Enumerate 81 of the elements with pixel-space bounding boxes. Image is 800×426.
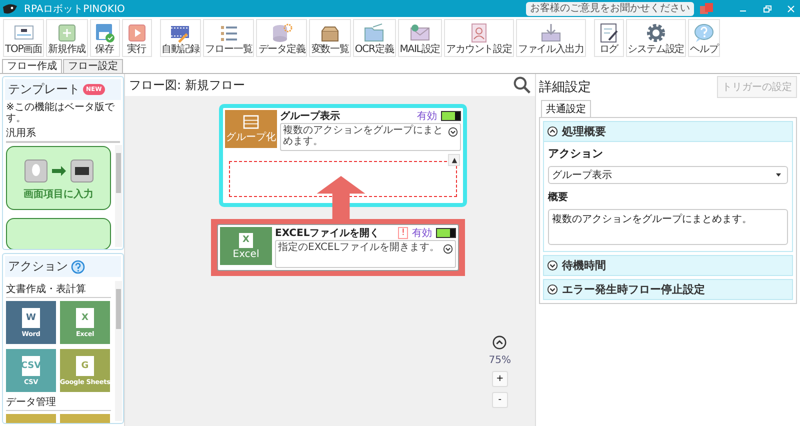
- template-card[interactable]: [6, 218, 111, 249]
- toolbar-button[interactable]: 新規作成: [46, 19, 88, 57]
- field-label: アクション: [548, 146, 604, 161]
- chevron-down-icon: [547, 284, 558, 295]
- toolbar-button[interactable]: TOP画面: [3, 19, 44, 57]
- search-icon[interactable]: [513, 76, 531, 94]
- gear-icon: [644, 22, 667, 44]
- toolbar-button[interactable]: OCR定義: [352, 19, 396, 57]
- summary-field[interactable]: 複数のアクションをグループにまとめます。: [548, 209, 788, 245]
- status-label: 有効: [412, 226, 432, 240]
- toolbar-button[interactable]: 実行: [122, 19, 152, 57]
- feedback-button[interactable]: お客様のご意見をお聞かせください: [526, 2, 694, 16]
- close-icon[interactable]: [786, 4, 796, 14]
- chevron-up-icon[interactable]: [492, 335, 508, 350]
- toolbar-button[interactable]: ログ: [594, 19, 624, 57]
- toolbar-button[interactable]: 変数一覧: [309, 19, 351, 57]
- zoom-out-button[interactable]: -: [492, 392, 508, 408]
- beta-note: ※この機能はベータ版です。: [5, 102, 116, 124]
- database-gear-icon: [270, 22, 293, 44]
- toolbar-button[interactable]: データ定義: [256, 19, 308, 57]
- action-icon: X Excel: [220, 227, 272, 265]
- panel-title: テンプレート: [8, 81, 80, 98]
- zoom-in-button[interactable]: +: [492, 371, 508, 387]
- toolbar-button[interactable]: MAIL設定: [398, 19, 442, 57]
- caret-icon: [776, 173, 781, 177]
- flow-title: フロー図: 新規フロー: [129, 76, 245, 94]
- toolbar-button[interactable]: システム設定: [626, 19, 686, 57]
- toolbar-button[interactable]: アカウント設定: [444, 19, 514, 57]
- floppy-disk-icon: [94, 22, 116, 44]
- toolbar-button[interactable]: 保存: [90, 19, 120, 57]
- tab[interactable]: フロー設定: [63, 59, 123, 73]
- field-label: 概要: [548, 190, 569, 204]
- collapse-button[interactable]: [448, 154, 460, 166]
- mouse-to-keyboard-icon: [24, 159, 94, 183]
- notepad-pencil-icon: [598, 22, 620, 44]
- triangle-up-icon: [450, 156, 458, 164]
- document-icon: X: [76, 308, 94, 328]
- status-label: 有効: [417, 110, 437, 123]
- action-dropdown[interactable]: グループ表示: [548, 166, 788, 184]
- window-title: RPAロボットPINOKIO: [24, 2, 125, 16]
- tab[interactable]: 共通設定: [541, 100, 591, 117]
- logo-icon: [2, 2, 18, 16]
- section-header[interactable]: エラー発生時フロー停止設定: [543, 279, 793, 300]
- category-heading: 文書作成・表計算: [6, 282, 111, 298]
- tab[interactable]: フロー作成: [2, 59, 62, 73]
- chevron-up-icon: [547, 126, 558, 137]
- enable-toggle[interactable]: [436, 228, 456, 238]
- action-icon: グループ化: [225, 110, 277, 148]
- node-title: グループ表示: [280, 109, 341, 123]
- document-icon: G: [76, 356, 94, 376]
- toolbar-button[interactable]: フロー一覧: [203, 19, 254, 57]
- warning-mark: !: [398, 227, 408, 239]
- category-heading: データ管理: [6, 395, 111, 411]
- chevron-down-icon[interactable]: [448, 127, 458, 137]
- restore-icon[interactable]: [762, 4, 772, 14]
- help-icon[interactable]: [71, 260, 85, 274]
- category-heading: 汎用系: [6, 126, 120, 143]
- chevron-down-icon: [547, 260, 558, 271]
- download-tray-icon: [540, 22, 562, 44]
- section-header[interactable]: 待機時間: [543, 255, 793, 276]
- folder-icon: [363, 22, 386, 44]
- node-description: 指定のEXCELファイルを開きます。: [278, 242, 440, 253]
- node-description: 複数のアクションをグループにまとめます。: [283, 125, 444, 147]
- toolbar-button[interactable]: 自動記録: [160, 19, 202, 57]
- panel-title: アクション: [8, 258, 68, 275]
- template-card[interactable]: 画面項目に入力: [6, 146, 111, 210]
- enable-toggle[interactable]: [441, 111, 461, 121]
- plus-icon: [56, 22, 78, 44]
- node-title: EXCELファイルを開く: [275, 227, 381, 240]
- scrollbar[interactable]: [115, 281, 122, 421]
- toolbar-button[interactable]: ヘルプ: [688, 19, 720, 57]
- flow-node[interactable]: X Excel EXCELファイルを開く ! 有効 指定のEXCELファイルを開きます。: [217, 224, 459, 271]
- scrollbar[interactable]: [115, 145, 122, 247]
- zoom-level: 75%: [488, 355, 511, 366]
- panel-title: 詳細設定: [539, 79, 591, 96]
- toolbar-button[interactable]: ファイル入出力: [516, 19, 586, 57]
- chevron-down-icon[interactable]: [443, 244, 453, 254]
- play-icon: [126, 22, 148, 44]
- section-header[interactable]: 処理概要: [543, 121, 793, 142]
- document-icon: W: [22, 308, 40, 328]
- help-bubble-icon: [693, 22, 716, 44]
